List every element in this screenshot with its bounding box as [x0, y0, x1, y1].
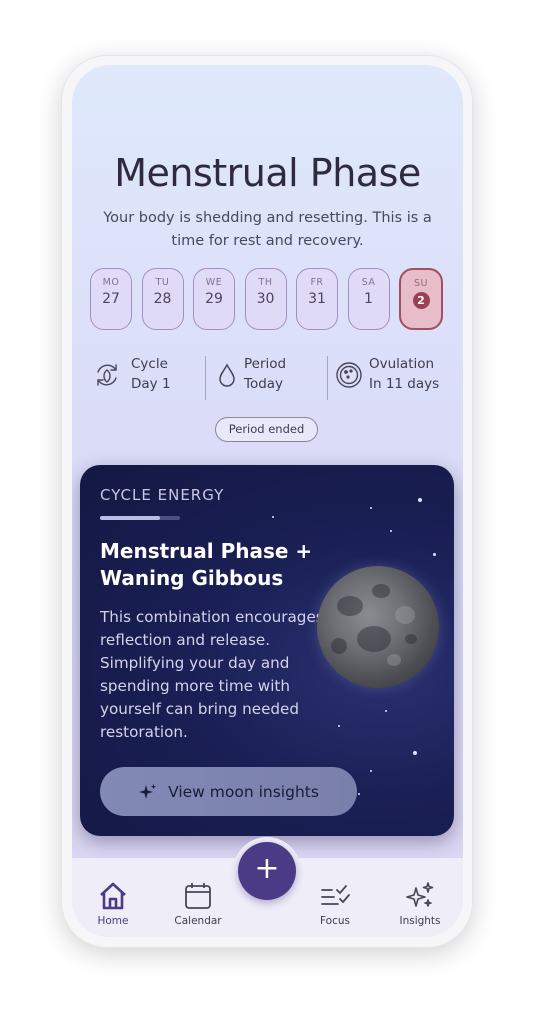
day-date: 1: [364, 291, 373, 307]
star: [433, 553, 436, 556]
stat-ovulation-value: In 11 days: [369, 376, 440, 392]
tab-focus[interactable]: Focus: [303, 880, 367, 927]
day-date: 28: [153, 291, 172, 307]
add-button[interactable]: +: [238, 842, 296, 900]
stat-cycle-label: Cycle: [131, 356, 168, 372]
stat-period-label: Period: [244, 356, 287, 372]
star: [413, 751, 417, 755]
tab-home-label: Home: [97, 915, 129, 927]
stat-cycle-day: Cycle Day 1: [92, 354, 202, 402]
day-date: 30: [256, 291, 275, 307]
star: [272, 516, 274, 518]
moon-crater: [331, 638, 347, 654]
card-title: Menstrual Phase + Waning Gibbous: [100, 539, 313, 590]
star: [370, 770, 372, 772]
view-moon-insights-label: View moon insights: [168, 782, 319, 801]
view-moon-insights-button[interactable]: View moon insights: [100, 767, 357, 816]
insights-icon: [406, 882, 434, 907]
tab-home[interactable]: Home: [81, 880, 145, 927]
phase-description: Your body is shedding and resetting. Thi…: [103, 210, 432, 249]
ovulation-icon: [336, 362, 362, 388]
moon-crater: [395, 606, 415, 624]
stat-period-value: Today: [244, 376, 284, 392]
day-tuesday[interactable]: TU 28: [141, 268, 184, 330]
moon-crater: [405, 634, 417, 644]
today-date-badge: 2: [412, 292, 430, 309]
card-body: This combination encourages reflection a…: [100, 608, 324, 741]
app-screen: Menstrual Phase Your body is shedding an…: [72, 65, 463, 937]
stat-ovulation-label: Ovulation: [369, 356, 435, 372]
stat-divider: [205, 356, 206, 400]
star: [358, 793, 360, 795]
star: [385, 710, 387, 712]
day-date: 31: [308, 291, 326, 307]
tab-calendar-label: Calendar: [174, 915, 222, 927]
moon-crater: [387, 654, 401, 666]
waning-gibbous-moon-image: [317, 566, 439, 688]
day-name: WE: [205, 277, 223, 288]
energy-progress-fill: [100, 516, 160, 520]
home-icon: [100, 882, 126, 910]
day-monday[interactable]: MO 27: [90, 268, 132, 330]
moon-crater: [372, 584, 390, 598]
cycle-icon: [97, 364, 117, 386]
stat-ovulation: Ovulation In 11 days: [334, 354, 454, 402]
star: [418, 498, 422, 502]
day-date: 29: [205, 291, 223, 307]
day-thursday[interactable]: TH 30: [244, 268, 287, 330]
day-name: FR: [310, 277, 324, 288]
day-name: MO: [102, 277, 120, 288]
tab-calendar[interactable]: Calendar: [166, 880, 230, 927]
day-date: 27: [102, 291, 120, 307]
day-sunday-today[interactable]: SU 2: [399, 268, 443, 330]
sparkle-icon: [139, 783, 157, 799]
tab-insights[interactable]: Insights: [388, 880, 452, 927]
day-name: SU: [414, 278, 428, 289]
moon-crater: [337, 596, 363, 616]
star: [390, 530, 392, 532]
focus-icon: [321, 885, 350, 905]
day-wednesday[interactable]: WE 29: [193, 268, 235, 330]
stat-cycle-value: Day 1: [131, 376, 171, 392]
star: [370, 507, 372, 509]
day-friday[interactable]: FR 31: [296, 268, 338, 330]
period-status-badge[interactable]: Period ended: [215, 417, 318, 442]
stat-period: Period Today: [215, 354, 325, 402]
card-eyebrow: CYCLE ENERGY: [100, 486, 225, 504]
drop-icon: [219, 363, 235, 387]
stat-divider: [327, 356, 328, 400]
tab-insights-label: Insights: [399, 915, 441, 927]
day-name: SA: [361, 277, 376, 288]
tab-focus-label: Focus: [320, 915, 350, 927]
energy-progress-bar: [100, 516, 180, 520]
calendar-icon: [185, 883, 211, 909]
moon-crater: [357, 626, 391, 652]
day-saturday[interactable]: SA 1: [347, 268, 390, 330]
day-name: TH: [258, 277, 273, 288]
page-title: Menstrual Phase: [114, 151, 421, 195]
star: [338, 725, 340, 727]
cycle-energy-card[interactable]: CYCLE ENERGY Menstrual Phase + Waning Gi…: [80, 465, 454, 836]
day-name: TU: [155, 277, 170, 288]
